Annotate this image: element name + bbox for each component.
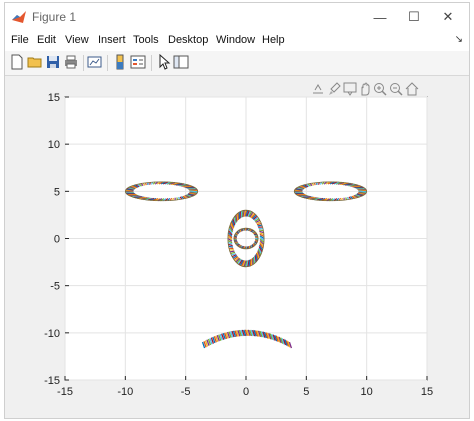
nose-outer-stroke	[229, 250, 235, 253]
x-tick-label: -15	[57, 386, 73, 398]
y-tick-label: -5	[50, 281, 60, 293]
y-tick-label: 0	[54, 234, 60, 246]
y-tick-label: -15	[44, 375, 60, 387]
x-tick-label: 0	[243, 386, 249, 398]
x-tick-label: 10	[361, 386, 373, 398]
x-tick-label: -5	[181, 386, 191, 398]
plot-canvas[interactable]: -15 -10 -5 0 5 10 15 -15 -10 -5 0 5 10 15	[0, 0, 474, 421]
x-tick-label: 5	[303, 386, 309, 398]
nose-outer-stroke	[228, 245, 234, 248]
nose-outer-stroke	[257, 224, 263, 227]
y-tick-label: 15	[48, 92, 60, 104]
nose-outer-stroke	[249, 259, 252, 267]
nose-outer-stroke	[258, 229, 264, 232]
nose-outer-stroke	[240, 210, 243, 218]
x-tick-label: -10	[117, 386, 133, 398]
y-tick-label: 5	[54, 186, 60, 198]
y-tick-label: -10	[44, 328, 60, 340]
y-tick-label: 10	[48, 139, 60, 151]
x-tick-label: 15	[421, 386, 433, 398]
